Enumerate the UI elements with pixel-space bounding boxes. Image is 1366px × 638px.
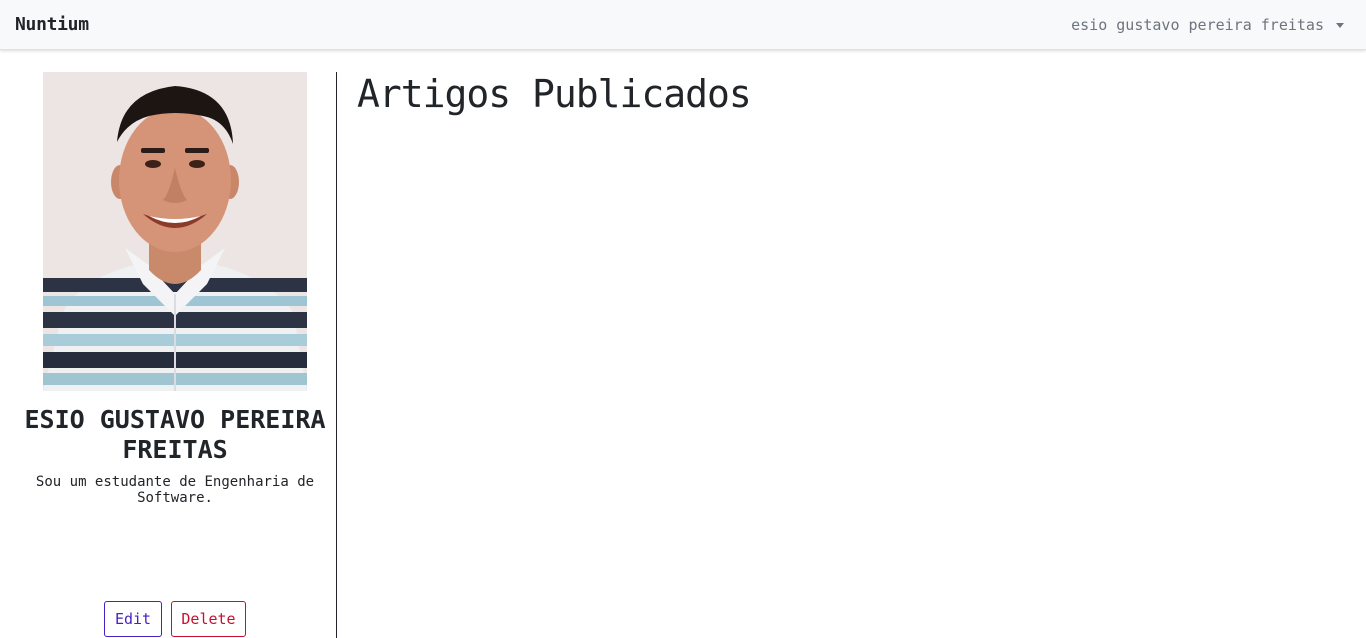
user-menu-dropdown[interactable]: esio gustavo pereira freitas <box>1071 16 1344 34</box>
brand-link[interactable]: Nuntium <box>15 14 89 35</box>
user-menu-label: esio gustavo pereira freitas <box>1071 15 1324 34</box>
caret-down-icon <box>1336 22 1344 28</box>
profile-bio: Sou um estudante de Engenharia de Softwa… <box>35 474 315 506</box>
edit-button[interactable]: Edit <box>104 601 162 637</box>
profile-name: ESIO GUSTAVO PEREIRA FREITAS <box>24 405 326 464</box>
top-navbar: Nuntium esio gustavo pereira freitas <box>0 0 1366 50</box>
section-divider <box>336 72 337 638</box>
profile-sidebar: ESIO GUSTAVO PEREIRA FREITAS Sou um estu… <box>0 50 337 638</box>
profile-photo <box>43 72 307 391</box>
page-title: Artigos Publicados <box>357 72 752 116</box>
delete-button[interactable]: Delete <box>171 601 246 637</box>
